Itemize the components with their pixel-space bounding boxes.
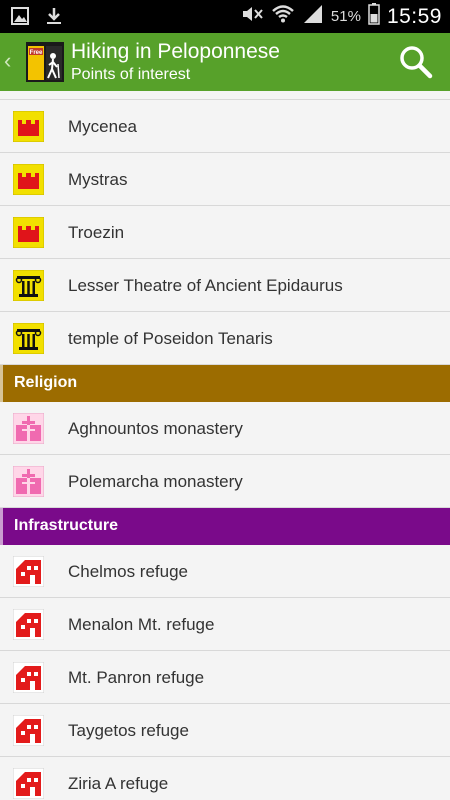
logo-badge-text: Free (30, 50, 43, 56)
app-subtitle: Points of interest (71, 66, 191, 83)
search-button[interactable] (398, 44, 434, 80)
refuge-house-icon (12, 608, 45, 641)
refuge-house-icon (12, 714, 45, 747)
list-item[interactable]: Mycenea (0, 100, 450, 153)
list-item-label: temple of Poseidon Tenaris (68, 329, 273, 348)
wifi-icon (271, 4, 295, 29)
list-item[interactable]: Mystras (0, 153, 450, 206)
list-item[interactable]: Ziria A refuge (0, 757, 450, 800)
gallery-notification-icon (10, 6, 30, 31)
search-icon (400, 46, 433, 79)
clock: 15:59 (386, 4, 442, 28)
refuge-house-icon (12, 555, 45, 588)
list-item-label: Mystras (68, 170, 128, 189)
refuge-house-icon (12, 767, 45, 800)
list-item-label: Mycenea (68, 117, 137, 136)
list-item-label: Polemarcha monastery (68, 472, 243, 491)
list-item-label: Menalon Mt. refuge (68, 615, 215, 634)
app-title: Hiking in Peloponnese (71, 40, 280, 63)
battery-icon (368, 3, 380, 30)
list-item-label: Taygetos refuge (68, 721, 189, 740)
section-header-label: Infrastructure (14, 517, 119, 534)
monastery-cross-icon (12, 412, 45, 445)
status-bar: 51% 15:59 (0, 0, 450, 33)
signal-icon (302, 4, 324, 29)
poi-list: Mycenea Mystras Troezin Lesser Theatre o… (0, 91, 450, 800)
app-logo[interactable]: Free (26, 42, 64, 82)
monastery-cross-icon (12, 465, 45, 498)
refuge-house-icon (12, 661, 45, 694)
list-item-label: Troezin (68, 223, 125, 242)
battery-percent: 51% (330, 8, 361, 25)
section-header-religion: Religion (0, 365, 450, 402)
mute-icon (240, 4, 264, 29)
list-item-label: Chelmos refuge (68, 562, 189, 581)
list-item-label: Lesser Theatre of Ancient Epidaurus (68, 276, 343, 295)
list-item-label: Mt. Panron refuge (68, 668, 205, 687)
list-item[interactable]: Troezin (0, 206, 450, 259)
list-item-label: Ziria A refuge (68, 774, 169, 793)
castle-icon (12, 216, 45, 249)
list-item[interactable]: Chelmos refuge (0, 545, 450, 598)
action-bar: ‹ Free Hiking in Peloponnese Points of i… (0, 33, 450, 91)
list-item-label: Aghnountos monastery (68, 419, 243, 438)
list-item[interactable]: Menalon Mt. refuge (0, 598, 450, 651)
list-item[interactable]: Mt. Panron refuge (0, 651, 450, 704)
list-item[interactable]: Aghnountos monastery (0, 402, 450, 455)
castle-icon (12, 163, 45, 196)
list-item[interactable]: Taygetos refuge (0, 704, 450, 757)
list-top-partial-row (0, 91, 450, 100)
download-notification-icon (44, 6, 64, 31)
ionic-column-icon (12, 322, 45, 355)
list-item[interactable]: temple of Poseidon Tenaris (0, 312, 450, 365)
back-chevron-icon[interactable]: ‹ (4, 48, 11, 74)
section-header-infrastructure: Infrastructure (0, 508, 450, 545)
list-item[interactable]: Polemarcha monastery (0, 455, 450, 508)
castle-icon (12, 110, 45, 143)
section-header-label: Religion (14, 374, 78, 391)
list-item[interactable]: Lesser Theatre of Ancient Epidaurus (0, 259, 450, 312)
ionic-column-icon (12, 269, 45, 302)
